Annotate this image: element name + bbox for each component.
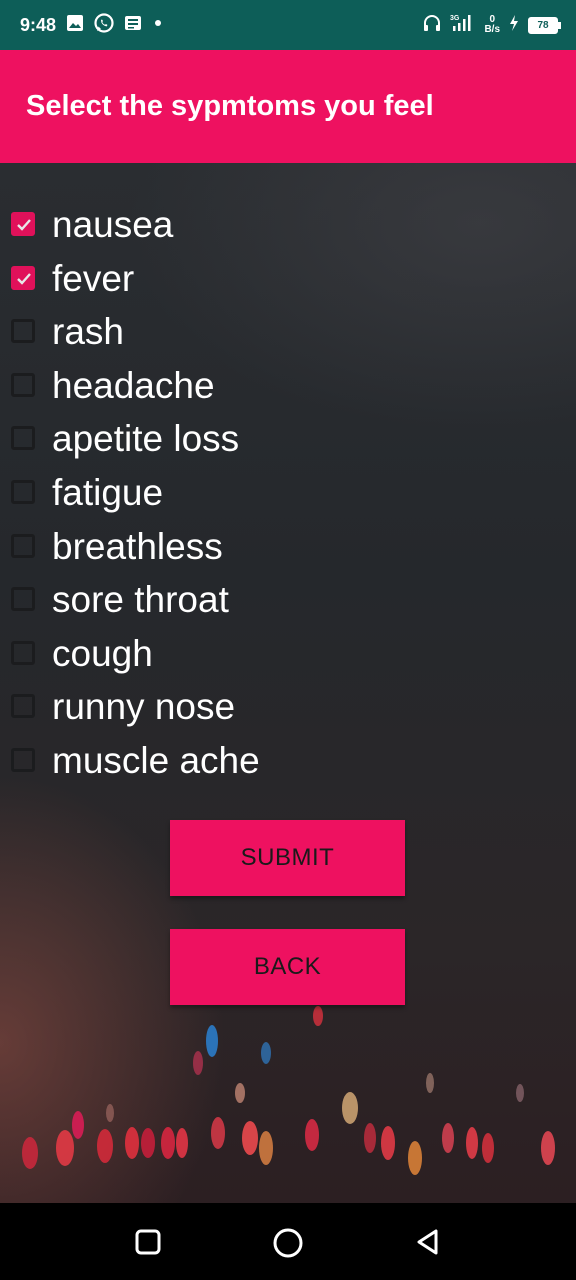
symptom-checkbox[interactable]: [11, 319, 35, 344]
page-title: Select the sypmtoms you feel: [26, 90, 434, 122]
notification-icons: [66, 12, 165, 39]
symptom-label: apetite loss: [52, 418, 240, 460]
symptom-label: muscle ache: [52, 739, 260, 781]
symptom-checkbox[interactable]: [11, 212, 35, 236]
symptom-checkbox[interactable]: [11, 587, 35, 612]
system-navigation-bar: [0, 1203, 576, 1280]
symptom-item[interactable]: runny nose: [0, 682, 576, 736]
gallery-icon: [66, 14, 84, 37]
status-time: 9:48: [20, 14, 57, 35]
symptom-label: headache: [52, 364, 215, 406]
recent-apps-icon[interactable]: [133, 1227, 163, 1257]
symptom-item[interactable]: sore throat: [0, 575, 576, 629]
symptom-checkbox[interactable]: [11, 747, 35, 772]
svg-text:3G: 3G: [450, 15, 460, 22]
whatsapp-icon: [93, 12, 115, 39]
symptom-label: runny nose: [52, 686, 236, 728]
symptom-item[interactable]: muscle ache: [0, 736, 576, 790]
symptom-label: breathless: [52, 525, 223, 567]
symptom-item[interactable]: cough: [0, 629, 576, 683]
symptom-item[interactable]: rash: [0, 307, 576, 361]
symptom-checkbox[interactable]: [11, 640, 35, 665]
symptom-label: cough: [52, 632, 153, 674]
symptom-list: nausea fever rash headache apetite loss: [0, 200, 576, 790]
symptom-checkbox[interactable]: [11, 479, 35, 504]
home-icon[interactable]: [272, 1227, 303, 1258]
network-speed: 0 B/s: [484, 15, 500, 35]
headphones-icon: [422, 13, 442, 38]
symptom-label: sore throat: [52, 579, 229, 621]
symptom-label: rash: [52, 311, 124, 353]
symptom-item[interactable]: nausea: [0, 200, 576, 254]
symptom-checkbox[interactable]: [11, 265, 35, 290]
back-nav-icon[interactable]: [413, 1227, 443, 1257]
message-icon: [124, 14, 142, 37]
symptom-label: nausea: [52, 204, 174, 245]
symptom-checkbox[interactable]: [11, 372, 35, 397]
symptom-item[interactable]: fever: [0, 254, 576, 308]
system-status-icons: 3G 0 B/s 78: [422, 0, 561, 50]
more-notifications-dot-icon: [151, 16, 165, 35]
network-speed-unit: B/s: [484, 24, 500, 35]
status-bar: 9:48 3G 0 B/s 78: [0, 0, 576, 50]
symptom-item[interactable]: fatigue: [0, 468, 576, 522]
submit-button[interactable]: SUBMIT: [170, 820, 405, 896]
signal-icon: 3G: [450, 13, 476, 38]
back-button[interactable]: BACK: [170, 929, 405, 1005]
symptom-label: fatigue: [52, 471, 164, 513]
app-screen: 9:48 3G 0 B/s 78 Select the sypmtoms you…: [0, 0, 576, 1280]
symptom-checkbox[interactable]: [11, 426, 35, 451]
battery-icon: 78: [528, 16, 561, 34]
symptom-item[interactable]: breathless: [0, 522, 576, 576]
app-bar: Select the sypmtoms you feel: [0, 50, 576, 163]
symptom-checkbox[interactable]: [11, 694, 35, 719]
content-area: nausea fever rash headache apetite loss: [0, 163, 576, 1203]
symptom-item[interactable]: headache: [0, 361, 576, 415]
symptom-checkbox[interactable]: [11, 533, 35, 558]
charging-icon: [508, 14, 520, 37]
symptom-label: fever: [52, 257, 135, 299]
symptom-item[interactable]: apetite loss: [0, 414, 576, 468]
